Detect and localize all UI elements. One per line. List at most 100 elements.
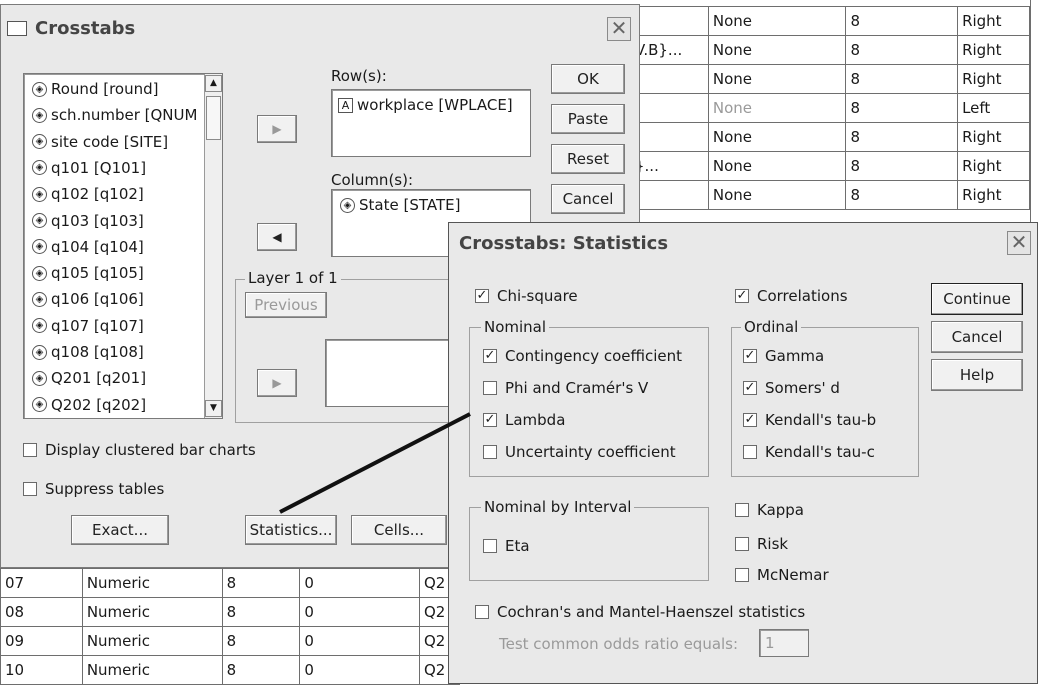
table-cell[interactable]: 0 — [299, 568, 420, 598]
variable-list-item[interactable]: ◈ site code [SITE] — [32, 133, 168, 151]
variable-list[interactable]: ◈ Round [round] ◈ sch.number [QNUM ◈ site cod… — [23, 73, 223, 419]
table-cell[interactable]: 8 — [221, 655, 301, 685]
correlations-checkbox[interactable]: ✓ Correlations — [735, 287, 848, 305]
move-to-columns-arrow-icon[interactable]: ◀ — [257, 223, 297, 251]
variable-list-item[interactable]: ◈ q101 [Q101] — [32, 159, 146, 177]
risk-checkbox[interactable]: Risk — [735, 535, 788, 553]
table-row[interactable]: 09 Numeric 8 0 Q2 — [0, 626, 460, 656]
table-row[interactable]: None 8 Right — [630, 64, 1030, 94]
row-item[interactable]: workplace [WPLACE] — [357, 96, 513, 114]
variable-list-item[interactable]: ◈ q107 [q107] — [32, 317, 144, 335]
table-cell[interactable]: 8 — [221, 568, 301, 598]
phi-checkbox[interactable]: Phi and Cramér's V — [483, 379, 648, 397]
column-item[interactable]: State [STATE] — [359, 196, 460, 214]
table-row[interactable]: None 8 Right — [630, 122, 1030, 152]
table-cell[interactable]: 10 — [0, 655, 83, 685]
variable-list-item[interactable]: ◈ q108 [q108] — [32, 343, 144, 361]
table-row[interactable]: 10 Numeric 8 0 Q2 — [0, 655, 460, 685]
table-cell[interactable]: 0 — [299, 597, 420, 627]
table-row[interactable]: 07 Numeric 8 0 Q2 — [0, 568, 460, 598]
kappa-checkbox[interactable]: Kappa — [735, 501, 804, 519]
reset-button[interactable]: Reset — [551, 144, 625, 174]
variable-list-item[interactable]: ◈ q104 [q104] — [32, 238, 144, 256]
continue-button[interactable]: Continue — [931, 283, 1023, 315]
table-cell[interactable]: V.B}... — [630, 35, 709, 65]
table-cell[interactable]: 0 — [299, 655, 420, 685]
gamma-checkbox[interactable]: ✓ Gamma — [743, 347, 824, 365]
table-cell[interactable]: Numeric — [81, 655, 223, 685]
table-cell[interactable] — [630, 64, 709, 94]
table-cell[interactable]: None — [707, 35, 847, 65]
chi-square-checkbox[interactable]: ✓ Chi-square — [475, 287, 578, 305]
odds-ratio-input[interactable]: 1 — [759, 629, 809, 657]
table-cell[interactable]: None — [707, 64, 847, 94]
tau-c-checkbox[interactable]: Kendall's tau-c — [743, 443, 875, 461]
table-cell[interactable]: Numeric — [81, 626, 223, 656]
table-cell[interactable] — [630, 6, 709, 36]
table-cell[interactable]: 0 — [299, 626, 420, 656]
variable-list-item[interactable]: ◈ q105 [q105] — [32, 264, 144, 282]
table-cell[interactable]: 8 — [845, 6, 959, 36]
table-cell[interactable]: 8 — [845, 180, 959, 210]
tau-b-checkbox[interactable]: ✓ Kendall's tau-b — [743, 411, 876, 429]
table-cell[interactable]: 8 — [845, 93, 959, 123]
table-cell[interactable]: 08 — [0, 597, 83, 627]
table-cell[interactable]: 8 — [845, 35, 959, 65]
table-cell[interactable]: 8 — [845, 64, 959, 94]
scroll-up-icon[interactable]: ▲ — [205, 75, 222, 92]
table-cell[interactable] — [630, 180, 709, 210]
display-clustered-checkbox[interactable]: Display clustered bar charts — [23, 441, 256, 459]
cochran-checkbox[interactable]: Cochran's and Mantel-Haenszel statistics — [475, 603, 805, 621]
help-button[interactable]: Help — [931, 359, 1023, 391]
table-cell[interactable] — [630, 122, 709, 152]
table-cell[interactable]: 8 — [221, 626, 301, 656]
move-to-rows-arrow-icon[interactable]: ▶ — [257, 115, 297, 143]
table-cell[interactable]: 8 — [845, 151, 959, 181]
table-cell[interactable]: 8 — [221, 597, 301, 627]
previous-button[interactable]: Previous — [245, 292, 327, 318]
table-row[interactable]: None 8 Left — [630, 93, 1030, 123]
variable-list-item[interactable]: ◈ Round [round] — [32, 80, 158, 98]
close-icon[interactable]: ✕ — [607, 17, 631, 41]
mcnemar-checkbox[interactable]: McNemar — [735, 566, 829, 584]
close-icon[interactable]: ✕ — [1007, 231, 1031, 255]
table-cell[interactable] — [630, 93, 709, 123]
scroll-down-icon[interactable]: ▼ — [205, 400, 222, 417]
variable-list-item[interactable]: ◈ q106 [q106] — [32, 290, 144, 308]
table-cell[interactable]: None — [707, 6, 847, 36]
exact-button[interactable]: Exact... — [71, 515, 169, 545]
table-cell[interactable]: None — [707, 151, 847, 181]
table-cell[interactable]: Right — [957, 6, 1030, 36]
cancel-button[interactable]: Cancel — [551, 184, 625, 214]
ok-button[interactable]: OK — [551, 64, 625, 94]
table-cell[interactable]: }... — [630, 151, 709, 181]
contingency-checkbox[interactable]: ✓ Contingency coefficient — [483, 347, 682, 365]
table-cell[interactable]: Right — [957, 64, 1030, 94]
uncertainty-checkbox[interactable]: Uncertainty coefficient — [483, 443, 676, 461]
table-cell[interactable]: 8 — [845, 122, 959, 152]
variable-list-item[interactable]: ◈ sch.number [QNUM — [32, 106, 197, 124]
variable-list-item[interactable]: ◈ Q202 [q202] — [32, 396, 146, 414]
suppress-tables-checkbox[interactable]: Suppress tables — [23, 480, 164, 498]
table-cell[interactable]: Right — [957, 122, 1030, 152]
table-row[interactable]: V.B}... None 8 Right — [630, 35, 1030, 65]
table-cell[interactable]: Right — [957, 180, 1030, 210]
rows-list[interactable]: A workplace [WPLACE] — [331, 89, 531, 157]
scroll-thumb[interactable] — [206, 96, 221, 140]
table-row[interactable]: None 8 Right — [630, 180, 1030, 210]
somers-checkbox[interactable]: ✓ Somers' d — [743, 379, 840, 397]
table-cell[interactable]: Numeric — [81, 597, 223, 627]
table-cell[interactable]: None — [707, 122, 847, 152]
table-cell[interactable]: Right — [957, 35, 1030, 65]
table-cell[interactable]: Left — [957, 93, 1030, 123]
variable-list-item[interactable]: ◈ q103 [q103] — [32, 212, 144, 230]
cancel-button[interactable]: Cancel — [931, 321, 1023, 353]
lambda-checkbox[interactable]: ✓ Lambda — [483, 411, 565, 429]
statistics-button[interactable]: Statistics... — [245, 515, 337, 545]
table-cell[interactable]: None — [707, 180, 847, 210]
table-cell[interactable]: 09 — [0, 626, 83, 656]
table-row[interactable]: }... None 8 Right — [630, 151, 1030, 181]
table-cell[interactable]: 07 — [0, 568, 83, 598]
table-row[interactable]: None 8 Right — [630, 6, 1030, 36]
table-cell[interactable]: Numeric — [81, 568, 223, 598]
